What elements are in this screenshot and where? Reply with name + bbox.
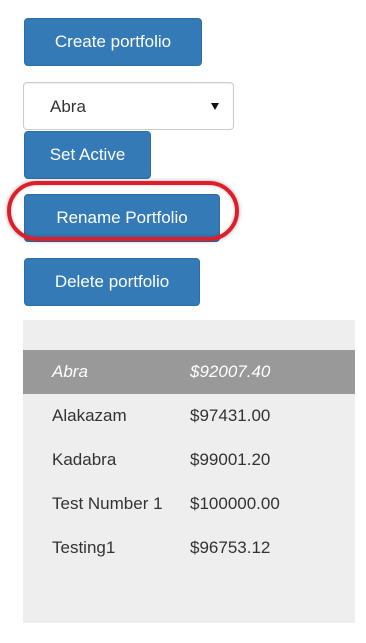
portfolio-select-value: Abra [50,97,86,116]
portfolio-value: $99001.20 [190,450,271,469]
create-portfolio-button[interactable]: Create portfolio [24,18,202,66]
rename-portfolio-button[interactable]: Rename Portfolio [24,194,220,242]
portfolio-row[interactable]: Abra $92007.40 [23,350,355,394]
portfolio-row[interactable]: Testing1 $96753.12 [23,526,355,570]
portfolio-name: Testing1 [52,538,116,557]
portfolio-value: $100000.00 [190,494,280,513]
portfolio-row[interactable]: Test Number 1 $100000.00 [23,482,355,526]
delete-portfolio-button[interactable]: Delete portfolio [24,258,200,306]
portfolio-name: Alakazam [52,406,127,425]
portfolio-name: Kadabra [52,450,117,469]
set-active-button[interactable]: Set Active [24,131,151,179]
portfolio-name: Abra [52,362,88,381]
portfolio-select[interactable]: Abra [23,82,234,130]
portfolio-row[interactable]: Kadabra $99001.20 [23,438,355,482]
portfolio-row[interactable]: Alakazam $97431.00 [23,394,355,438]
portfolio-value: $92007.40 [190,362,271,381]
portfolio-value: $97431.00 [190,406,271,425]
portfolio-name: Test Number 1 [52,494,163,513]
dropdown-arrow-icon [211,103,219,110]
portfolio-value: $96753.12 [190,538,271,557]
portfolio-list-panel: Abra $92007.40 Alakazam $97431.00 Kadabr… [23,320,355,623]
